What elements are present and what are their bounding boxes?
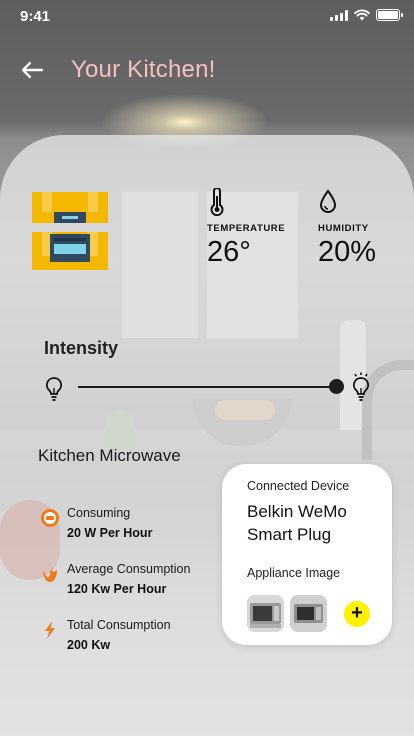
page-title: Your Kitchen!: [71, 56, 216, 83]
microwave-oven-icon: [32, 192, 108, 270]
stat-label: Average Consumption: [67, 562, 191, 576]
humidity-label: HUMIDITY: [318, 223, 369, 234]
intensity-label: Intensity: [44, 338, 119, 358]
temperature-label: TEMPERATURE: [207, 223, 286, 234]
flame-energy-icon: [43, 567, 57, 582]
bulb-off-icon: [46, 377, 62, 401]
connected-device-card[interactable]: Connected Device Belkin WeMo Smart Plug …: [222, 464, 392, 645]
intensity-slider[interactable]: [40, 372, 380, 406]
plus-icon: +: [351, 602, 363, 624]
connected-device-label: Connected Device: [247, 479, 350, 493]
temperature-value: 26°: [207, 236, 251, 268]
signal-icon: [330, 9, 348, 21]
header: Your Kitchen!: [0, 50, 414, 90]
appliance-image-thumbnail[interactable]: [247, 595, 284, 632]
wifi-icon: [354, 9, 370, 21]
stat-label: Consuming: [67, 506, 131, 520]
appliance-image-thumbnail[interactable]: [290, 595, 327, 632]
device-name: Kitchen Microwave: [38, 446, 181, 465]
thermometer-icon: [210, 187, 224, 217]
temperature-sensor: TEMPERATURE 26°: [207, 187, 286, 269]
add-image-button[interactable]: +: [344, 601, 370, 627]
status-bar: 9:41: [0, 0, 414, 30]
connected-device-name: Belkin WeMo Smart Plug: [247, 502, 347, 544]
humidity-value: 20%: [318, 236, 377, 268]
status-time: 9:41: [20, 8, 51, 25]
droplet-icon: [319, 189, 337, 213]
lightning-bolt-icon: [45, 621, 55, 639]
stat-label: Total Consumption: [67, 618, 171, 632]
stat-value: 20 W Per Hour: [67, 526, 153, 540]
stat-value: 200 Kw: [67, 638, 111, 652]
slider-thumb[interactable]: [329, 379, 344, 394]
battery-icon: [376, 9, 403, 21]
stat-value: 120 Kw Per Hour: [67, 582, 167, 596]
bulb-on-icon: [353, 372, 369, 401]
energy-meter-icon: [41, 509, 59, 527]
arrow-left-icon[interactable]: [18, 56, 46, 84]
appliance-image-label: Appliance Image: [247, 566, 341, 580]
slider-track[interactable]: [78, 386, 336, 388]
humidity-sensor: HUMIDITY 20%: [318, 188, 376, 269]
